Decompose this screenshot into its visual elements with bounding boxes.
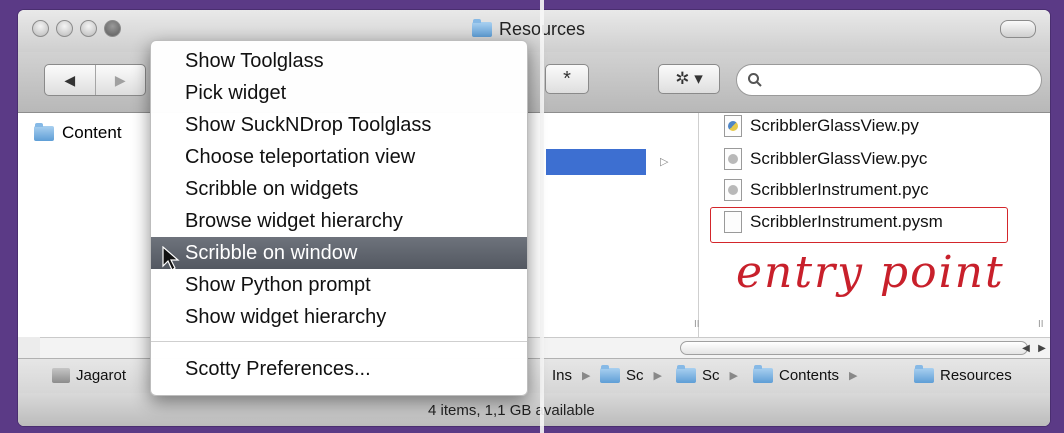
resize-handle-icon[interactable]: II — [1038, 319, 1044, 330]
python-file-icon — [724, 115, 742, 137]
search-icon — [748, 73, 762, 87]
gear-icon[interactable]: ✲ ▾ — [658, 64, 720, 94]
sidebar-item-label: Content — [62, 123, 122, 142]
search-field[interactable] — [736, 64, 1042, 96]
folder-icon — [472, 19, 492, 37]
window-title-wrap: Resources — [472, 19, 585, 40]
back-icon[interactable]: ◀ — [45, 65, 95, 95]
resize-handle-icon[interactable]: II — [694, 319, 700, 330]
menu-item-show-suckndrop-toolglass[interactable]: Show SuckNDrop Toolglass — [151, 109, 527, 141]
path-item-label: Resources — [940, 367, 1012, 384]
path-item[interactable]: Ins ▶ — [552, 367, 590, 384]
menu-item-show-widget-hierarchy[interactable]: Show widget hierarchy — [151, 301, 527, 333]
file-name: ScribblerGlassView.pyc — [750, 149, 928, 168]
folder-icon — [34, 122, 54, 141]
path-item-label: Jagarot — [76, 367, 127, 384]
context-menu: Show Toolglass Pick widget Show SuckNDro… — [150, 40, 528, 396]
status-text: 4 items, 1,1 GB available — [428, 402, 595, 419]
close-button[interactable] — [32, 20, 49, 37]
menu-item-scribble-on-window[interactable]: Scribble on window — [151, 237, 527, 269]
file-row[interactable]: ScribblerGlassView.py — [724, 115, 919, 137]
path-item-label: Ins — [552, 367, 573, 384]
search-input[interactable] — [763, 70, 1041, 90]
selected-row[interactable] — [546, 149, 646, 175]
file-row[interactable]: ScribblerGlassView.pyc — [724, 148, 927, 170]
image-split-line — [540, 0, 544, 433]
path-item-label: Sc — [626, 367, 644, 384]
folder-icon — [753, 365, 773, 383]
window-menu-button[interactable] — [104, 20, 121, 37]
folder-icon — [676, 365, 696, 383]
menu-separator — [151, 341, 527, 342]
path-item-label: Contents — [779, 367, 840, 384]
status-bar: 4 items, 1,1 GB available — [18, 393, 1050, 426]
file-name: ScribblerGlassView.py — [750, 116, 919, 135]
scroll-thumb[interactable] — [680, 341, 1028, 355]
path-item[interactable]: Sc ▶ — [600, 365, 662, 384]
menu-item-scotty-preferences[interactable]: Scotty Preferences... — [151, 353, 527, 385]
forward-icon[interactable]: ▶ — [94, 65, 146, 95]
menu-item-scribble-on-widgets[interactable]: Scribble on widgets — [151, 173, 527, 205]
minimize-button[interactable] — [56, 20, 73, 37]
path-separator-icon: ▶ — [729, 370, 738, 382]
folder-icon — [600, 365, 620, 383]
folder-icon — [914, 365, 934, 383]
sidebar-item-content[interactable]: Content — [34, 122, 122, 143]
path-separator-icon: ▶ — [582, 370, 591, 382]
file-name: ScribblerInstrument.pyc — [750, 180, 929, 199]
path-item[interactable]: Jagarot — [52, 367, 126, 384]
disk-icon — [52, 368, 70, 383]
path-item[interactable]: Contents ▶ — [753, 365, 858, 384]
scroll-left-icon[interactable]: ◀ — [1022, 343, 1030, 354]
menu-item-show-python-prompt[interactable]: Show Python prompt — [151, 269, 527, 301]
path-item[interactable]: Sc ▶ — [676, 365, 738, 384]
path-item-label: Sc — [702, 367, 720, 384]
zoom-button[interactable] — [80, 20, 97, 37]
path-item[interactable]: Resources — [914, 365, 1012, 384]
scroll-arrows[interactable]: ◀ ▶ — [1018, 338, 1050, 358]
path-separator-icon: ▶ — [653, 370, 662, 382]
compiled-file-icon — [724, 179, 742, 201]
file-row[interactable]: ScribblerInstrument.pyc — [724, 179, 929, 201]
disclosure-arrow-icon: ▷ — [660, 156, 669, 168]
menu-item-browse-widget-hierarchy[interactable]: Browse widget hierarchy — [151, 205, 527, 237]
menu-item-choose-teleportation-view[interactable]: Choose teleportation view — [151, 141, 527, 173]
menu-item-pick-widget[interactable]: Pick widget — [151, 77, 527, 109]
compiled-file-icon — [724, 148, 742, 170]
menu-item-show-toolglass[interactable]: Show Toolglass — [151, 45, 527, 77]
cursor-icon — [162, 246, 180, 271]
handwritten-annotation: entry point — [736, 247, 1005, 298]
column-divider[interactable] — [698, 113, 699, 337]
path-separator-icon: ▶ — [849, 370, 858, 382]
nav-buttons: ◀ ▶ — [44, 64, 146, 96]
annotation-box — [710, 207, 1008, 243]
toolbar-toggle-button[interactable] — [1000, 20, 1036, 38]
action-button[interactable]: * — [545, 64, 589, 94]
scroll-right-icon[interactable]: ▶ — [1038, 343, 1046, 354]
